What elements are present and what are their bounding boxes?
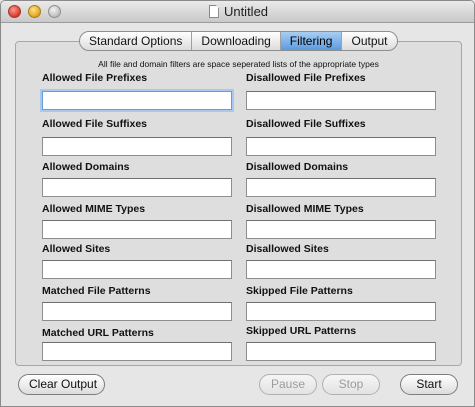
allowed-sites-label: Allowed Sites	[42, 243, 111, 255]
window-title: Untitled	[223, 4, 269, 19]
title-bar[interactable]: Untitled	[1, 1, 474, 23]
tab-standard-options[interactable]: Standard Options	[80, 32, 193, 50]
disallowed-file-prefixes-field[interactable]	[246, 91, 436, 110]
document-icon	[208, 5, 219, 18]
stop-button[interactable]: Stop	[322, 374, 380, 395]
disallowed-sites-field[interactable]	[246, 260, 436, 279]
disallowed-sites-label: Disallowed Sites	[246, 243, 329, 255]
filter-notice: All file and domain filters are space se…	[98, 59, 379, 69]
allowed-file-suffixes-field[interactable]	[42, 137, 232, 156]
allowed-file-prefixes-label: Allowed File Prefixes	[42, 72, 148, 84]
start-button[interactable]: Start	[400, 374, 458, 395]
allowed-mime-types-field[interactable]	[42, 220, 232, 239]
disallowed-file-prefixes-label: Disallowed File Prefixes	[246, 72, 366, 84]
clear-output-button[interactable]: Clear Output	[18, 374, 105, 395]
matched-url-patterns-label: Matched URL Patterns	[42, 327, 154, 339]
allowed-file-suffixes-label: Allowed File Suffixes	[42, 118, 148, 130]
allowed-domains-field[interactable]	[42, 178, 232, 197]
allowed-file-prefixes-field[interactable]	[42, 91, 232, 110]
allowed-domains-label: Allowed Domains	[42, 161, 130, 173]
skipped-url-patterns-field[interactable]	[246, 342, 436, 361]
matched-url-patterns-field[interactable]	[42, 342, 232, 361]
allowed-sites-field[interactable]	[42, 260, 232, 279]
allowed-mime-types-label: Allowed MIME Types	[42, 203, 146, 215]
tab-output[interactable]: Output	[342, 32, 396, 50]
matched-file-patterns-field[interactable]	[42, 302, 232, 321]
skipped-url-patterns-label: Skipped URL Patterns	[246, 325, 357, 337]
matched-file-patterns-label: Matched File Patterns	[42, 285, 151, 297]
disallowed-mime-types-field[interactable]	[246, 220, 436, 239]
disallowed-file-suffixes-label: Disallowed File Suffixes	[246, 118, 366, 130]
disallowed-file-suffixes-field[interactable]	[246, 137, 436, 156]
window-title-area: Untitled	[1, 4, 474, 19]
tab-bar: Standard Options Downloading Filtering O…	[79, 31, 398, 51]
disallowed-domains-label: Disallowed Domains	[246, 161, 349, 173]
pause-button[interactable]: Pause	[259, 374, 317, 395]
disallowed-mime-types-label: Disallowed MIME Types	[246, 203, 364, 215]
tab-filtering[interactable]: Filtering	[280, 32, 343, 50]
skipped-file-patterns-label: Skipped File Patterns	[246, 285, 353, 297]
tab-downloading[interactable]: Downloading	[192, 32, 281, 50]
app-window: Untitled Standard Options Downloading Fi…	[0, 0, 475, 407]
skipped-file-patterns-field[interactable]	[246, 302, 436, 321]
disallowed-domains-field[interactable]	[246, 178, 436, 197]
